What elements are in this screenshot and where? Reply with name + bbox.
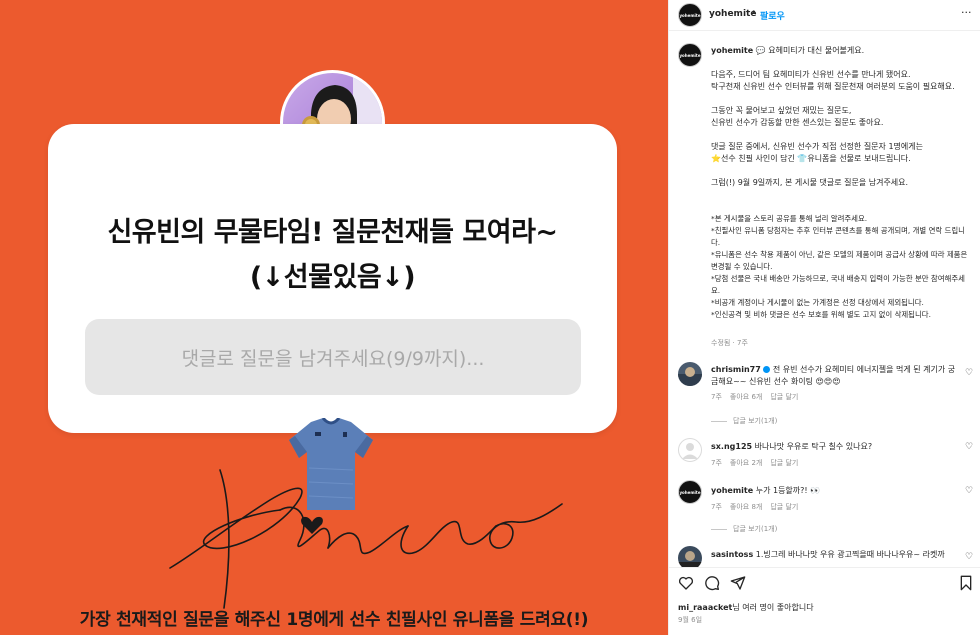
comment-meta: 7주 좋아요 8개 답글 달기	[711, 502, 799, 512]
comment-like-heart-icon[interactable]: ♡	[965, 486, 973, 496]
likes-summary[interactable]: mi_raaacket님 여러 명이 좋아합니다	[678, 602, 814, 613]
view-replies-button[interactable]: 답글 보기(1개)	[711, 416, 777, 426]
card-question-input: 댓글로 질문을 남겨주세요(9/9까지)...	[85, 319, 581, 395]
caption-meta: 수정됨 · 7주	[711, 339, 748, 347]
commenter-username[interactable]: chrismin77	[711, 365, 761, 374]
comment-likes-count[interactable]: 좋아요 2개	[730, 458, 762, 468]
follow-button[interactable]: 팔로우	[760, 9, 785, 22]
post-header: yohemite yohemite • 팔로우 ···	[669, 0, 980, 31]
commenter-username[interactable]: sx.ng125	[711, 442, 752, 451]
reply-button[interactable]: 답글 달기	[770, 458, 798, 468]
post-caption: yohemite 💬 요헤미티가 대신 물어볼게요. 다음주, 드디어 팀 요헤…	[711, 45, 969, 321]
caption-intro: 💬 요헤미티가 대신 물어볼게요.	[755, 46, 865, 55]
caption-paragraph-2: 그동안 꼭 물어보고 싶었던 재밌는 질문도, 신유빈 선수가 감동할 만한 센…	[711, 106, 884, 127]
post-side-panel: yohemite yohemite • 팔로우 ··· yohemite yoh…	[668, 0, 980, 635]
caption-paragraph-3: 댓글 질문 중에서, 신유빈 선수가 직접 선정한 질문자 1명에게는 ⭐선수 …	[711, 142, 923, 163]
commenter-avatar[interactable]: yohemite	[678, 480, 702, 504]
commenter-avatar[interactable]	[678, 362, 702, 386]
question-card: 신유빈의 무물타임! 질문천재들 모여라~ (↓선물있음↓) 댓글로 질문을 남…	[48, 124, 617, 433]
post-action-bar: mi_raaacket님 여러 명이 좋아합니다 9월 6일	[669, 567, 980, 635]
verified-badge-icon	[763, 366, 771, 373]
reply-button[interactable]: 답글 달기	[770, 392, 798, 402]
caption-notes: *본 게시물을 스토리 공유를 통해 널리 알려주세요. *친필사인 유니폼 당…	[711, 214, 968, 319]
header-separator: •	[751, 8, 757, 18]
post-image[interactable]: 신유빈의 무물타임! 질문천재들 모여라~ (↓선물있음↓) 댓글로 질문을 남…	[0, 0, 668, 635]
more-horizontal-icon[interactable]: ···	[961, 6, 972, 19]
author-username[interactable]: yohemite	[709, 9, 756, 19]
caption-author-avatar[interactable]: yohemite	[678, 43, 702, 67]
caption-paragraph-1: 다음주, 드디어 팀 요헤미티가 신유빈 선수를 만나게 됐어요. 탁구천재 신…	[711, 70, 955, 91]
comment-like-heart-icon[interactable]: ♡	[965, 552, 973, 562]
comment-like-heart-icon[interactable]: ♡	[965, 368, 973, 378]
comment-text: sx.ng125 바나나맛 우유로 탁구 칠수 있나요?	[711, 442, 873, 451]
commenter-username[interactable]: sasintoss	[711, 550, 753, 559]
image-bottom-caption: 가장 천재적인 질문을 해주신 1명에게 선수 친필사인 유니폼을 드려요(!)	[79, 610, 589, 630]
heart-icon[interactable]	[678, 575, 694, 591]
comment-meta: 7주 좋아요 2개 답글 달기	[711, 458, 799, 468]
bookmark-icon[interactable]	[958, 575, 974, 591]
commenter-avatar[interactable]	[678, 438, 702, 462]
comment-text: yohemite 누가 1등할까?! 👀	[711, 486, 821, 495]
caption-paragraph-4: 그럼(!) 9월 9일까지, 본 게시물 댓글로 질문을 남겨주세요.	[711, 178, 909, 187]
post-date: 9월 6일	[678, 616, 703, 624]
comment-likes-count[interactable]: 좋아요 8개	[730, 502, 762, 512]
view-replies-button[interactable]: 답글 보기(1개)	[711, 524, 777, 534]
caption-author-username[interactable]: yohemite	[711, 46, 753, 55]
share-icon[interactable]	[730, 575, 746, 591]
reply-button[interactable]: 답글 달기	[770, 502, 798, 512]
comment-icon[interactable]	[704, 575, 720, 591]
comment-text: chrismin77 전 유빈 선수가 요헤미티 에너지젤을 먹게 된 계기가 …	[711, 365, 956, 386]
card-title: 신유빈의 무물타임! 질문천재들 모여라~ (↓선물있음↓)	[107, 217, 558, 293]
comment-like-heart-icon[interactable]: ♡	[965, 442, 973, 452]
comment-meta: 7주 좋아요 6개 답글 달기	[711, 392, 799, 402]
comment-likes-count[interactable]: 좋아요 6개	[730, 392, 762, 402]
commenter-username[interactable]: yohemite	[711, 486, 753, 495]
comment-text: sasintoss 1.빙그레 바나나맛 우유 광고찍을때 바나나우유~ 라켓까	[711, 550, 945, 559]
author-avatar[interactable]: yohemite	[678, 3, 702, 27]
signature-image	[169, 469, 563, 609]
